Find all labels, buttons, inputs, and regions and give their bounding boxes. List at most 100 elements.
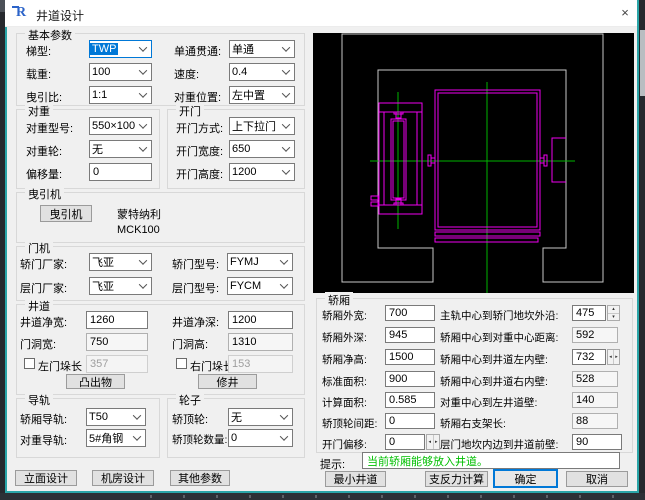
repair-shaft-button[interactable]: 修井 <box>198 374 257 389</box>
group-counterweight-title: 对重 <box>25 103 53 119</box>
car-door-model-combo[interactable]: FYMJ <box>227 253 293 271</box>
ladder-type-combo[interactable]: TWP <box>89 40 152 58</box>
landing-door-model-combo[interactable]: FYCM <box>227 277 293 295</box>
group-door-opening-title: 开门 <box>176 103 204 119</box>
chevron-down-icon <box>135 118 151 134</box>
spinner-right-icon[interactable]: ▸ <box>613 350 619 364</box>
chevron-down-icon <box>135 254 151 270</box>
right-bracket-label: 轿厢右支架长: <box>440 416 506 431</box>
screen: R 井道设计 × 基本参数 梯型: TWP 单通贯通: 单通 载重: 100 速… <box>0 0 645 500</box>
shaft-opening-height-label: 门洞高: <box>172 336 208 352</box>
cancel-button[interactable]: 取消 <box>566 471 628 487</box>
cad-drawing <box>313 33 634 293</box>
cw-model-combo[interactable]: 550×100 <box>89 117 152 135</box>
top-wheel-count-combo[interactable]: 0 <box>228 429 293 447</box>
rail-to-sill-spinner[interactable]: ▴ ▾ <box>607 305 620 321</box>
center-to-right-label: 轿厢中心到井道右内壁: <box>440 374 548 389</box>
door-width-label: 开门宽度: <box>176 143 223 159</box>
chevron-down-icon <box>129 409 145 425</box>
top-wheel-label: 轿顶轮: <box>172 411 208 427</box>
load-combo[interactable]: 100 <box>89 63 152 81</box>
door-mode-combo[interactable]: 上下拉门 <box>229 117 295 135</box>
shaft-net-depth-input[interactable]: 1200 <box>228 311 293 329</box>
combo-value: 0 <box>229 432 239 444</box>
shaft-net-depth-label: 井道净深: <box>172 314 219 330</box>
combo-value: 单通 <box>230 41 256 57</box>
other-params-button[interactable]: 其他参数 <box>170 470 230 486</box>
cw-model-label: 对重型号: <box>26 120 73 136</box>
group-traction-machine-title: 曳引机 <box>25 186 64 202</box>
landing-door-vendor-label: 层门厂家: <box>20 280 67 296</box>
landing-door-vendor-combo[interactable]: 飞亚 <box>89 277 152 295</box>
door-height-combo[interactable]: 1200 <box>229 163 295 181</box>
rail-to-sill-input[interactable]: 475 <box>572 305 606 321</box>
car-out-depth-label: 轿厢外深: <box>322 330 367 345</box>
protrusion-button[interactable]: 凸出物 <box>66 374 125 389</box>
traction-machine-button[interactable]: 曳引机 <box>40 205 92 222</box>
top-wheel-count-label: 轿顶轮数量: <box>172 432 227 447</box>
cw-offset-input[interactable]: 0 <box>89 163 152 181</box>
cw-offset-label: 偏移量: <box>26 166 62 182</box>
shaft-opening-height-field: 1310 <box>228 333 293 351</box>
combo-value: 无 <box>229 409 244 425</box>
car-top-wheel-gap-label: 轿顶轮间距: <box>322 416 377 431</box>
min-shaft-button[interactable]: 最小井道 <box>325 471 386 487</box>
close-button[interactable]: × <box>615 4 635 22</box>
group-door-machine-title: 门机 <box>25 240 53 256</box>
through-combo[interactable]: 单通 <box>229 40 295 58</box>
combo-value: 飞亚 <box>90 278 116 294</box>
cw-wheel-combo[interactable]: 无 <box>89 140 152 158</box>
center-to-left-input[interactable]: 732 <box>572 349 606 365</box>
titlebar[interactable] <box>5 0 637 27</box>
reaction-calc-button[interactable]: 支反力计算 <box>425 471 488 487</box>
load-label: 载重: <box>26 66 51 82</box>
combo-value: TWP <box>90 43 118 55</box>
chevron-down-icon <box>129 430 145 446</box>
machine-room-design-button[interactable]: 机房设计 <box>92 470 154 486</box>
background-ruler-ticks <box>150 495 630 498</box>
spinner-down-icon[interactable]: ▾ <box>608 313 619 321</box>
right-pier-checkbox[interactable] <box>176 358 187 369</box>
center-to-left-spinner[interactable]: ◂ ▸ <box>607 349 620 365</box>
traction-ratio-combo[interactable]: 1:1 <box>89 86 152 104</box>
car-std-area-label: 标准面积: <box>322 374 367 389</box>
car-out-depth-input[interactable]: 945 <box>385 327 435 343</box>
chevron-down-icon <box>135 278 151 294</box>
speed-label: 速度: <box>174 66 199 82</box>
landing-door-model-label: 层门型号: <box>172 280 219 296</box>
car-calc-area-field: 0.585 <box>385 392 435 408</box>
car-top-wheel-gap-input[interactable]: 0 <box>385 413 435 429</box>
shaft-net-width-input[interactable]: 1260 <box>86 311 148 329</box>
cad-viewport <box>313 33 634 293</box>
combo-value: 无 <box>90 141 105 157</box>
chevron-down-icon <box>278 118 294 134</box>
door-width-combo[interactable]: 650 <box>229 140 295 158</box>
combo-value: 1:1 <box>90 89 109 101</box>
app-logo-bar <box>12 6 19 8</box>
group-car-title: 轿厢 <box>325 292 353 308</box>
chevron-down-icon <box>276 430 292 446</box>
car-out-width-input[interactable]: 700 <box>385 305 435 321</box>
spinner-right-icon[interactable]: ▸ <box>433 435 440 449</box>
car-door-offset-spinner[interactable]: ◂ ▸ <box>426 434 440 450</box>
ok-button[interactable]: 确定 <box>493 469 558 488</box>
group-guide-rail-title: 导轨 <box>25 392 53 408</box>
left-pier-checkbox[interactable] <box>24 358 35 369</box>
combo-value: 0.4 <box>230 66 249 78</box>
car-net-height-input[interactable]: 1500 <box>385 349 435 365</box>
door-height-label: 开门高度: <box>176 166 223 182</box>
sill-to-front-input[interactable]: 90 <box>572 434 622 450</box>
shaft-opening-width-label: 门洞宽: <box>20 336 56 352</box>
car-rail-combo[interactable]: T50 <box>86 408 146 426</box>
cw-position-combo[interactable]: 左中置 <box>229 86 295 104</box>
car-door-offset-input[interactable]: 0 <box>385 434 425 450</box>
shaft-net-width-label: 井道净宽: <box>20 314 67 330</box>
car-std-area-input[interactable]: 900 <box>385 371 435 387</box>
car-door-vendor-combo[interactable]: 飞亚 <box>89 253 152 271</box>
cw-rail-combo[interactable]: 5#角钢 <box>86 429 146 447</box>
top-wheel-combo[interactable]: 无 <box>228 408 293 426</box>
elevation-design-button[interactable]: 立面设计 <box>15 470 77 486</box>
chevron-down-icon <box>278 164 294 180</box>
hint-label: 提示: <box>320 456 345 472</box>
speed-combo[interactable]: 0.4 <box>229 63 295 81</box>
